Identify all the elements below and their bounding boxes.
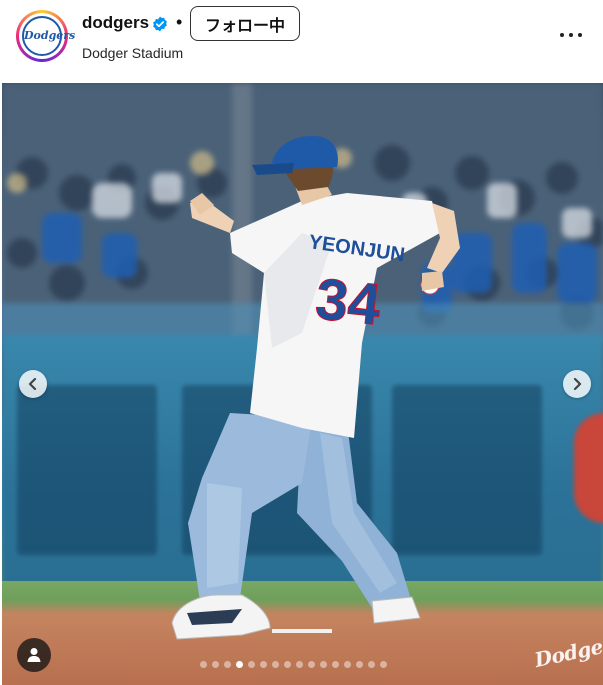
next-slide-button[interactable] [563,370,591,398]
avatar[interactable]: Dodgers [16,10,75,62]
carousel-dot [320,661,327,668]
carousel-dot [368,661,375,668]
carousel-dot [356,661,363,668]
user-tag-button[interactable] [17,638,51,672]
carousel-dot [272,661,279,668]
carousel-dot [212,661,219,668]
location-link[interactable]: Dodger Stadium [82,45,183,61]
username[interactable]: dodgers [82,13,149,33]
carousel-dot [296,661,303,668]
verified-badge-icon [153,16,167,32]
carousel-dot [260,661,267,668]
pitcher-figure: YEONJUN 34 [171,136,460,640]
user-tag-icon [27,648,41,662]
carousel-indicator [200,661,387,669]
previous-slide-button[interactable] [19,370,47,398]
carousel-dot [200,661,207,668]
post-photo[interactable]: YEONJUN 34 Dodgers [2,83,603,685]
chevron-right-icon [573,377,582,391]
carousel-dot [344,661,351,668]
carousel-dot [248,661,255,668]
carousel-dot [224,661,231,668]
carousel-dot [236,661,243,668]
carousel-dot [284,661,291,668]
dodgers-logo-avatar: Dodgers [22,16,75,56]
more-options-icon[interactable] [558,25,584,45]
carousel-dot [332,661,339,668]
following-button[interactable]: フォロー中 [190,6,300,41]
post-header: Dodgers dodgers • フォロー中 Dodger Stadium [0,0,603,83]
carousel-dot [308,661,315,668]
jersey-number: 34 [313,266,384,337]
carousel-dot [380,661,387,668]
separator-dot: • [176,12,183,32]
chevron-left-icon [28,377,37,391]
